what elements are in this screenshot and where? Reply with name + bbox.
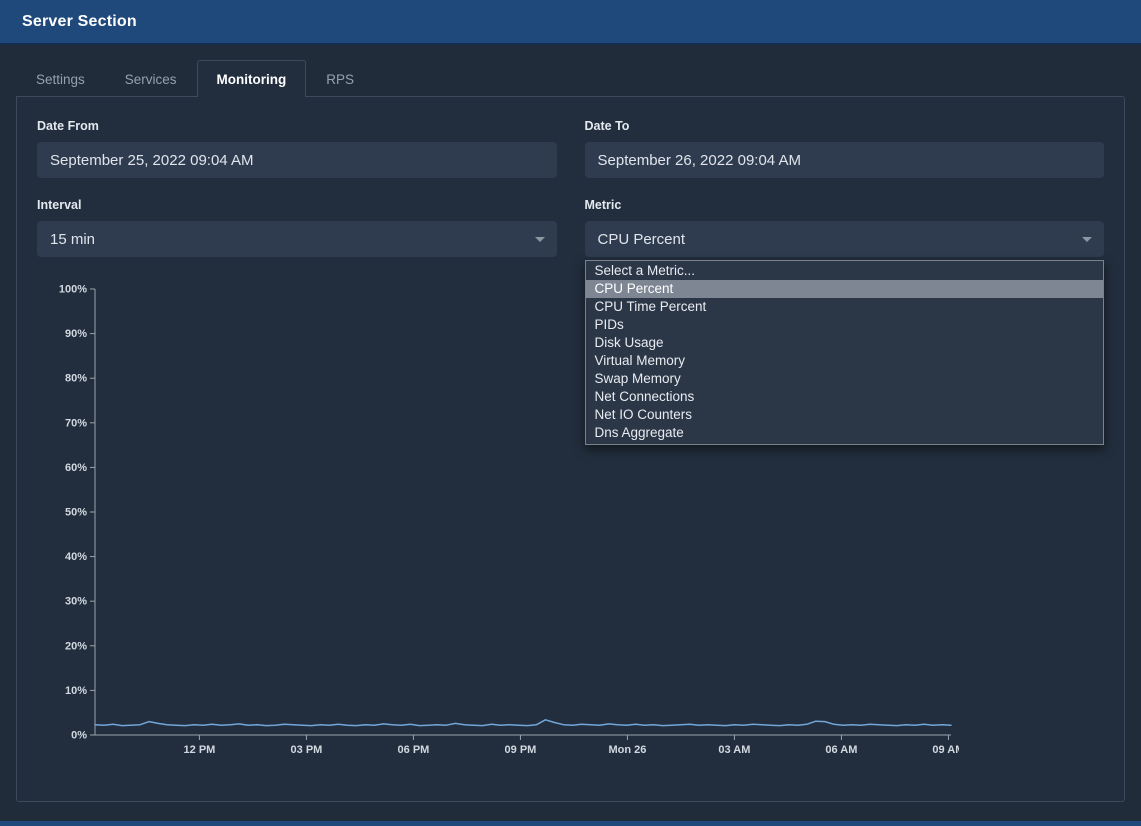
- interval-select-value: 15 min: [50, 231, 95, 248]
- metric-label: Metric: [585, 198, 1105, 212]
- page-title: Server Section: [22, 13, 137, 31]
- date-to-field: Date To: [585, 119, 1105, 178]
- date-to-input[interactable]: [585, 142, 1105, 178]
- date-to-label: Date To: [585, 119, 1105, 133]
- svg-text:03 AM: 03 AM: [718, 744, 750, 756]
- svg-text:0%: 0%: [71, 730, 87, 742]
- metric-select-value: CPU Percent: [598, 231, 686, 248]
- monitoring-panel: Date From Date To Interval 15 min Metric…: [16, 96, 1125, 802]
- date-from-field: Date From: [37, 119, 557, 178]
- chevron-down-icon: [535, 237, 545, 242]
- svg-text:12 PM: 12 PM: [184, 744, 216, 756]
- svg-text:06 PM: 06 PM: [398, 744, 430, 756]
- interval-label: Interval: [37, 198, 557, 212]
- metric-option-dns-aggregate[interactable]: Dns Aggregate: [586, 424, 1104, 442]
- metric-option-cpu-time-percent[interactable]: CPU Time Percent: [586, 298, 1104, 316]
- svg-text:80%: 80%: [65, 373, 87, 385]
- svg-text:09 AM: 09 AM: [932, 744, 959, 756]
- tab-monitoring[interactable]: Monitoring: [197, 60, 307, 97]
- metric-dropdown-list: Select a Metric... CPU Percent CPU Time …: [585, 260, 1105, 445]
- metric-option-net-io-counters[interactable]: Net IO Counters: [586, 406, 1104, 424]
- metric-option-pids[interactable]: PIDs: [586, 316, 1104, 334]
- svg-text:Mon 26: Mon 26: [608, 744, 646, 756]
- svg-text:10%: 10%: [65, 685, 87, 697]
- svg-text:30%: 30%: [65, 596, 87, 608]
- metric-option-swap-memory[interactable]: Swap Memory: [586, 370, 1104, 388]
- metric-option-disk-usage[interactable]: Disk Usage: [586, 334, 1104, 352]
- metric-option-net-connections[interactable]: Net Connections: [586, 388, 1104, 406]
- date-from-input[interactable]: [37, 142, 557, 178]
- svg-text:100%: 100%: [59, 284, 87, 296]
- app-header: Server Section: [0, 0, 1141, 45]
- svg-text:40%: 40%: [65, 551, 87, 563]
- tab-services[interactable]: Services: [105, 60, 197, 97]
- tab-rps[interactable]: RPS: [306, 60, 374, 97]
- svg-text:90%: 90%: [65, 328, 87, 340]
- date-from-label: Date From: [37, 119, 557, 133]
- svg-text:09 PM: 09 PM: [505, 744, 537, 756]
- tab-settings[interactable]: Settings: [16, 60, 105, 97]
- bottom-accent-bar: [0, 821, 1141, 826]
- chevron-down-icon: [1082, 237, 1092, 242]
- interval-field: Interval 15 min: [37, 198, 557, 257]
- svg-text:60%: 60%: [65, 462, 87, 474]
- filter-grid: Date From Date To Interval 15 min Metric…: [37, 119, 1104, 257]
- metric-field: Metric CPU Percent Select a Metric... CP…: [585, 198, 1105, 257]
- svg-text:70%: 70%: [65, 417, 87, 429]
- interval-select[interactable]: 15 min: [37, 221, 557, 257]
- metric-select[interactable]: CPU Percent: [585, 221, 1105, 257]
- svg-text:20%: 20%: [65, 640, 87, 652]
- metric-option-placeholder[interactable]: Select a Metric...: [586, 262, 1104, 280]
- svg-text:50%: 50%: [65, 507, 87, 519]
- svg-text:06 AM: 06 AM: [825, 744, 857, 756]
- svg-text:03 PM: 03 PM: [291, 744, 323, 756]
- tab-bar: Settings Services Monitoring RPS: [16, 60, 1125, 96]
- metric-option-virtual-memory[interactable]: Virtual Memory: [586, 352, 1104, 370]
- metric-option-cpu-percent[interactable]: CPU Percent: [586, 280, 1104, 298]
